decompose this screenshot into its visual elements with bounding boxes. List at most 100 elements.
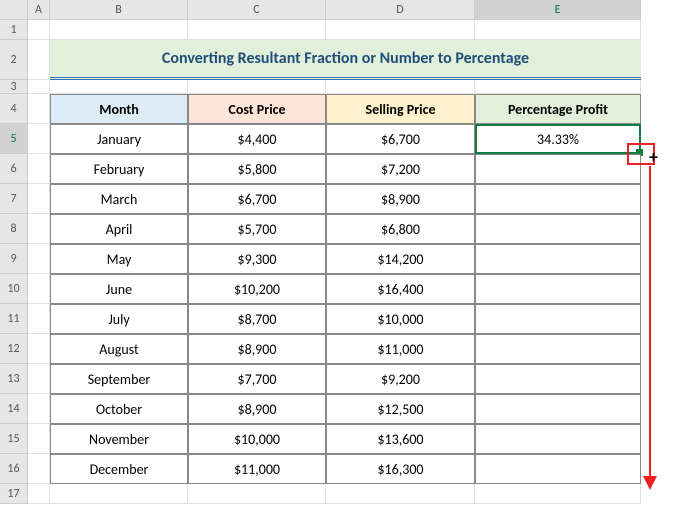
- cell-A15[interactable]: [28, 424, 50, 454]
- cell-sell-4[interactable]: $14,200: [326, 244, 475, 274]
- cell-sell-6[interactable]: $10,000: [326, 304, 475, 334]
- col-header-B[interactable]: B: [50, 0, 188, 20]
- header-sell[interactable]: Selling Price: [326, 94, 475, 124]
- cell-D1[interactable]: [326, 20, 475, 40]
- cell-A10[interactable]: [28, 274, 50, 304]
- cell-profit-6[interactable]: [475, 304, 641, 334]
- cell-A12[interactable]: [28, 334, 50, 364]
- row-header-12[interactable]: 12: [0, 334, 28, 364]
- cell-month-9[interactable]: October: [50, 394, 188, 424]
- row-header-9[interactable]: 9: [0, 244, 28, 274]
- cell-sell-7[interactable]: $11,000: [326, 334, 475, 364]
- cell-month-1[interactable]: February: [50, 154, 188, 184]
- cell-A2[interactable]: [28, 40, 50, 80]
- cell-sell-9[interactable]: $12,500: [326, 394, 475, 424]
- row-header-11[interactable]: 11: [0, 304, 28, 334]
- col-header-D[interactable]: D: [326, 0, 475, 20]
- cell-month-7[interactable]: August: [50, 334, 188, 364]
- cell-A11[interactable]: [28, 304, 50, 334]
- row-header-3[interactable]: 3: [0, 80, 28, 94]
- cell-A13[interactable]: [28, 364, 50, 394]
- cell-A6[interactable]: [28, 154, 50, 184]
- row-header-10[interactable]: 10: [0, 274, 28, 304]
- col-header-C[interactable]: C: [188, 0, 326, 20]
- cell-cost-1[interactable]: $5,800: [188, 154, 326, 184]
- col-header-E[interactable]: E: [475, 0, 641, 20]
- cell-A1[interactable]: [28, 20, 50, 40]
- cell-month-0[interactable]: January: [50, 124, 188, 154]
- cell-A5[interactable]: [28, 124, 50, 154]
- cell-profit-5[interactable]: [475, 274, 641, 304]
- cell-A3[interactable]: [28, 80, 50, 94]
- cell-cost-5[interactable]: $10,200: [188, 274, 326, 304]
- header-profit[interactable]: Percentage Profit: [475, 94, 641, 124]
- cell-sell-5[interactable]: $16,400: [326, 274, 475, 304]
- cell-A4[interactable]: [28, 94, 50, 124]
- row-header-14[interactable]: 14: [0, 394, 28, 424]
- cell-cost-9[interactable]: $8,900: [188, 394, 326, 424]
- cell-A9[interactable]: [28, 244, 50, 274]
- row-header-6[interactable]: 6: [0, 154, 28, 184]
- cell-cost-7[interactable]: $8,900: [188, 334, 326, 364]
- cell-sell-1[interactable]: $7,200: [326, 154, 475, 184]
- cell-cost-0[interactable]: $4,400: [188, 124, 326, 154]
- cell-profit-2[interactable]: [475, 184, 641, 214]
- cell-cost-2[interactable]: $6,700: [188, 184, 326, 214]
- cell-sell-2[interactable]: $8,900: [326, 184, 475, 214]
- cell-month-3[interactable]: April: [50, 214, 188, 244]
- cell-profit-0[interactable]: 34.33%: [475, 124, 641, 154]
- cell-sell-8[interactable]: $9,200: [326, 364, 475, 394]
- cell-B1[interactable]: [50, 20, 188, 40]
- header-cost[interactable]: Cost Price: [188, 94, 326, 124]
- cell-month-11[interactable]: December: [50, 454, 188, 484]
- cell-cost-11[interactable]: $11,000: [188, 454, 326, 484]
- cell-D17[interactable]: [326, 484, 475, 504]
- cell-sell-10[interactable]: $13,600: [326, 424, 475, 454]
- cell-month-4[interactable]: May: [50, 244, 188, 274]
- cell-B3[interactable]: [50, 80, 188, 94]
- row-header-15[interactable]: 15: [0, 424, 28, 454]
- cell-month-5[interactable]: June: [50, 274, 188, 304]
- cell-D3[interactable]: [326, 80, 475, 94]
- cell-cost-10[interactable]: $10,000: [188, 424, 326, 454]
- row-header-1[interactable]: 1: [0, 20, 28, 40]
- cell-E1[interactable]: [475, 20, 641, 40]
- cell-sell-0[interactable]: $6,700: [326, 124, 475, 154]
- cell-C17[interactable]: [188, 484, 326, 504]
- cell-profit-4[interactable]: [475, 244, 641, 274]
- cell-A14[interactable]: [28, 394, 50, 424]
- cell-A8[interactable]: [28, 214, 50, 244]
- cell-sell-11[interactable]: $16,300: [326, 454, 475, 484]
- cell-sell-3[interactable]: $6,800: [326, 214, 475, 244]
- header-month[interactable]: Month: [50, 94, 188, 124]
- cell-E3[interactable]: [475, 80, 641, 94]
- cell-E17[interactable]: [475, 484, 641, 504]
- cell-A7[interactable]: [28, 184, 50, 214]
- cell-profit-11[interactable]: [475, 454, 641, 484]
- row-header-5[interactable]: 5: [0, 124, 28, 154]
- cell-month-10[interactable]: November: [50, 424, 188, 454]
- cell-profit-9[interactable]: [475, 394, 641, 424]
- cell-cost-6[interactable]: $8,700: [188, 304, 326, 334]
- select-all-corner[interactable]: [0, 0, 28, 20]
- cell-C3[interactable]: [188, 80, 326, 94]
- row-header-13[interactable]: 13: [0, 364, 28, 394]
- cell-profit-3[interactable]: [475, 214, 641, 244]
- cell-cost-3[interactable]: $5,700: [188, 214, 326, 244]
- cell-A17[interactable]: [28, 484, 50, 504]
- row-header-17[interactable]: 17: [0, 484, 28, 504]
- cell-A16[interactable]: [28, 454, 50, 484]
- cell-profit-10[interactable]: [475, 424, 641, 454]
- cell-B17[interactable]: [50, 484, 188, 504]
- cell-cost-8[interactable]: $7,700: [188, 364, 326, 394]
- col-header-A[interactable]: A: [28, 0, 50, 20]
- row-header-2[interactable]: 2: [0, 40, 28, 80]
- row-header-4[interactable]: 4: [0, 94, 28, 124]
- cell-cost-4[interactable]: $9,300: [188, 244, 326, 274]
- row-header-8[interactable]: 8: [0, 214, 28, 244]
- cell-month-8[interactable]: September: [50, 364, 188, 394]
- cell-profit-1[interactable]: [475, 154, 641, 184]
- cell-month-6[interactable]: July: [50, 304, 188, 334]
- row-header-16[interactable]: 16: [0, 454, 28, 484]
- cell-month-2[interactable]: March: [50, 184, 188, 214]
